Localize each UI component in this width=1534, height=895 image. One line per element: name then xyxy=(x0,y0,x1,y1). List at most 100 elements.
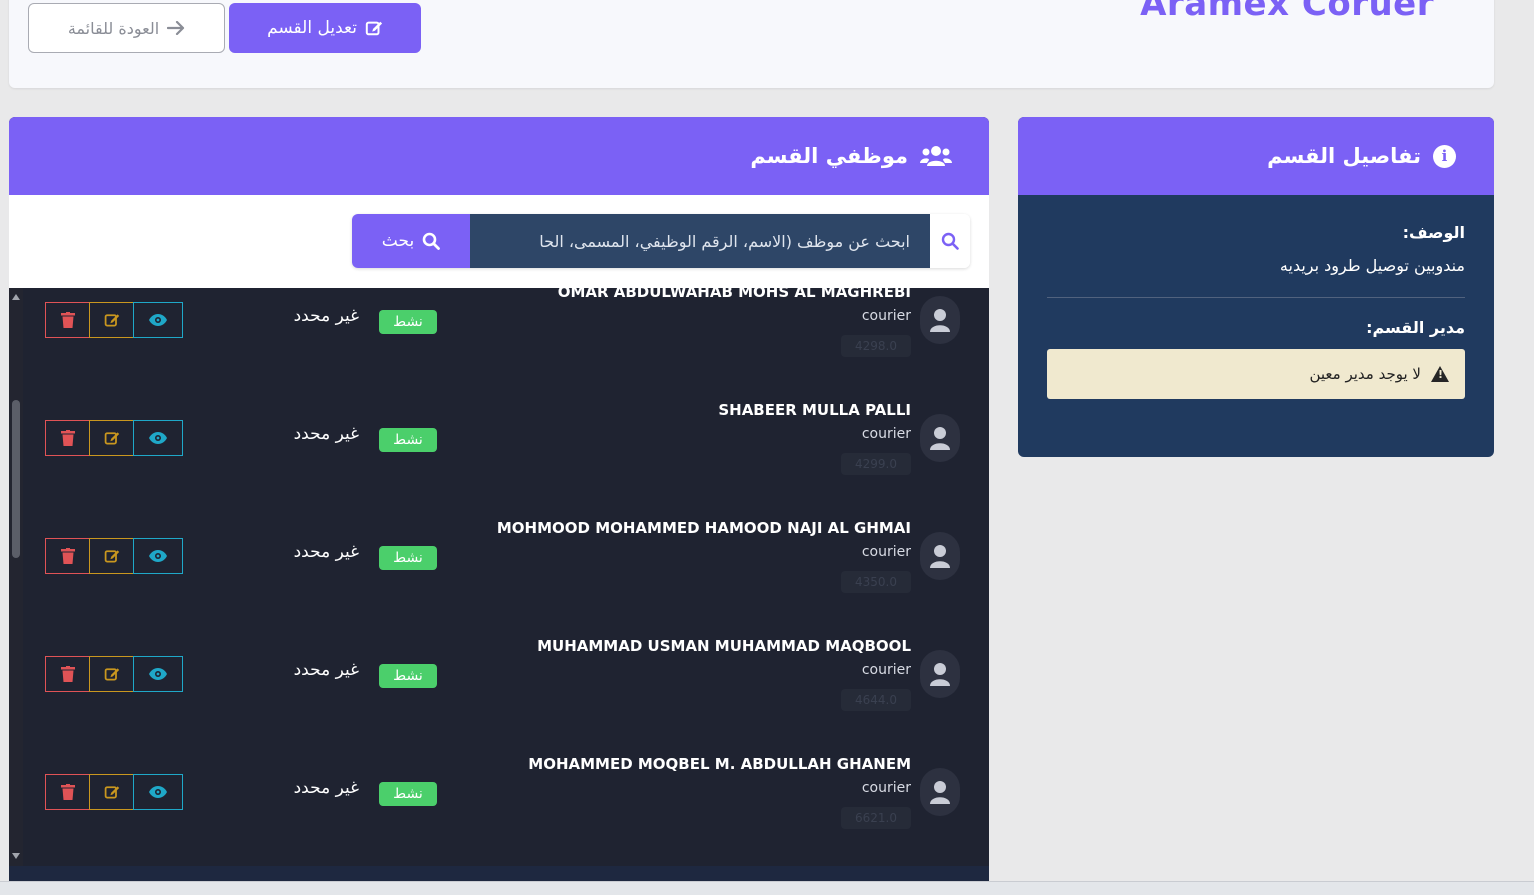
employee-name: SHABEER MULLA PALLI xyxy=(718,401,911,419)
pen-square-icon xyxy=(365,21,383,36)
search-addon xyxy=(930,214,970,268)
users-icon xyxy=(920,146,952,166)
scroll-up-arrow-icon[interactable] xyxy=(12,294,20,300)
user-avatar xyxy=(920,414,960,462)
employee-list: OMAR ABDULWAHAB MOHS AL MAGHREBI courier… xyxy=(9,288,989,881)
employees-title: موظفي القسم xyxy=(750,144,908,168)
delete-button[interactable] xyxy=(45,538,90,574)
details-divider xyxy=(1047,297,1465,298)
user-avatar xyxy=(920,296,960,344)
list-item: OMAR ABDULWAHAB MOHS AL MAGHREBI courier… xyxy=(9,288,989,406)
employee-name: MUHAMMAD USMAN MUHAMMAD MAQBOOL xyxy=(537,637,911,655)
employee-name: OMAR ABDULWAHAB MOHS AL MAGHREBI xyxy=(557,288,911,301)
user-avatar xyxy=(920,650,960,698)
no-manager-alert: لا يوجد مدير معين xyxy=(1047,349,1465,399)
search-icon xyxy=(422,232,441,250)
department-details-header: i تفاصيل القسم xyxy=(1018,117,1494,195)
employee-name: MOHMOOD MOHAMMED HAMOOD NAJI AL GHMAI xyxy=(496,519,911,537)
list-item: SHABEER MULLA PALLI courier 4299.0 نشط غ… xyxy=(9,401,989,524)
status-badge: نشط xyxy=(379,428,437,452)
edit-button[interactable] xyxy=(89,302,134,338)
employee-id: 4299.0 xyxy=(841,453,911,475)
delete-button[interactable] xyxy=(45,774,90,810)
employees-panel-footer xyxy=(9,866,989,881)
page-bottom-bar xyxy=(0,881,1534,895)
employee-role: courier xyxy=(861,544,911,560)
status-badge: نشط xyxy=(379,546,437,570)
department-employees-panel: موظفي القسم بحث OMAR ABDULWAHAB MOHS AL … xyxy=(9,117,989,881)
employee-manager: غير محدد xyxy=(293,778,359,798)
employee-id: 4350.0 xyxy=(841,571,911,593)
edit-icon xyxy=(104,786,119,799)
user-icon xyxy=(930,427,950,450)
eye-icon xyxy=(149,550,167,562)
arrow-right-icon xyxy=(167,21,185,35)
employee-manager: غير محدد xyxy=(293,306,359,326)
employee-role: courier xyxy=(861,308,911,324)
view-button[interactable] xyxy=(133,420,183,456)
employee-id: 4298.0 xyxy=(841,335,911,357)
eye-icon xyxy=(149,668,167,680)
trash-icon xyxy=(60,312,75,328)
search-button[interactable]: بحث xyxy=(352,214,470,268)
edit-button[interactable] xyxy=(89,420,134,456)
manager-label: مدير القسم: xyxy=(1366,318,1465,337)
employee-id: 4644.0 xyxy=(841,689,911,711)
edit-department-button[interactable]: تعديل القسم xyxy=(229,3,421,53)
list-item: MUHAMMAD USMAN MUHAMMAD MAQBOOL courier … xyxy=(9,637,989,760)
info-circle-icon: i xyxy=(1433,144,1456,168)
view-button[interactable] xyxy=(133,656,183,692)
edit-icon xyxy=(104,432,119,445)
trash-icon xyxy=(60,666,75,682)
delete-button[interactable] xyxy=(45,302,90,338)
status-badge: نشط xyxy=(379,782,437,806)
user-icon xyxy=(930,309,950,332)
employee-role: courier xyxy=(861,662,911,678)
search-button-label: بحث xyxy=(381,231,415,251)
employees-header: موظفي القسم xyxy=(9,117,989,195)
back-to-list-label: العودة للقائمة xyxy=(67,18,160,38)
trash-icon xyxy=(60,548,75,564)
no-manager-text: لا يوجد مدير معين xyxy=(1309,365,1421,383)
employee-manager: غير محدد xyxy=(293,424,359,444)
scroll-thumb[interactable] xyxy=(12,400,20,558)
row-actions xyxy=(45,302,183,338)
list-scrollbar[interactable] xyxy=(9,288,23,868)
brand-title: Aramex Coruer xyxy=(1140,0,1434,24)
back-to-list-button[interactable]: العودة للقائمة xyxy=(28,3,225,53)
delete-button[interactable] xyxy=(45,656,90,692)
search-group: بحث xyxy=(352,214,970,268)
delete-button[interactable] xyxy=(45,420,90,456)
department-details-title: تفاصيل القسم xyxy=(1267,144,1421,168)
eye-icon xyxy=(149,314,167,326)
view-button[interactable] xyxy=(133,302,183,338)
description-label: الوصف: xyxy=(1402,223,1465,242)
department-details-panel: i تفاصيل القسم الوصف: مندوبين توصيل طرود… xyxy=(1018,117,1494,457)
status-badge: نشط xyxy=(379,664,437,688)
employee-name: MOHAMMED MOQBEL M. ABDULLAH GHANEM xyxy=(528,755,911,773)
description-value: مندوبين توصيل طرود بريديه xyxy=(1279,256,1465,275)
employee-search-input[interactable] xyxy=(470,214,930,268)
employee-manager: غير محدد xyxy=(293,660,359,680)
user-icon xyxy=(930,545,950,568)
trash-icon xyxy=(60,784,75,800)
view-button[interactable] xyxy=(133,774,183,810)
edit-icon xyxy=(104,314,119,327)
row-actions xyxy=(45,538,183,574)
scroll-down-arrow-icon[interactable] xyxy=(12,853,20,859)
edit-button[interactable] xyxy=(89,656,134,692)
eye-icon xyxy=(149,432,167,444)
status-badge: نشط xyxy=(379,310,437,334)
search-icon xyxy=(941,232,959,250)
employee-role: courier xyxy=(861,426,911,442)
edit-button[interactable] xyxy=(89,774,134,810)
employee-manager: غير محدد xyxy=(293,542,359,562)
user-icon xyxy=(930,663,950,686)
row-actions xyxy=(45,420,183,456)
edit-button[interactable] xyxy=(89,538,134,574)
view-button[interactable] xyxy=(133,538,183,574)
employee-id: 6621.0 xyxy=(841,807,911,829)
edit-icon xyxy=(104,668,119,681)
edit-department-label: تعديل القسم xyxy=(267,18,357,38)
user-avatar xyxy=(920,532,960,580)
